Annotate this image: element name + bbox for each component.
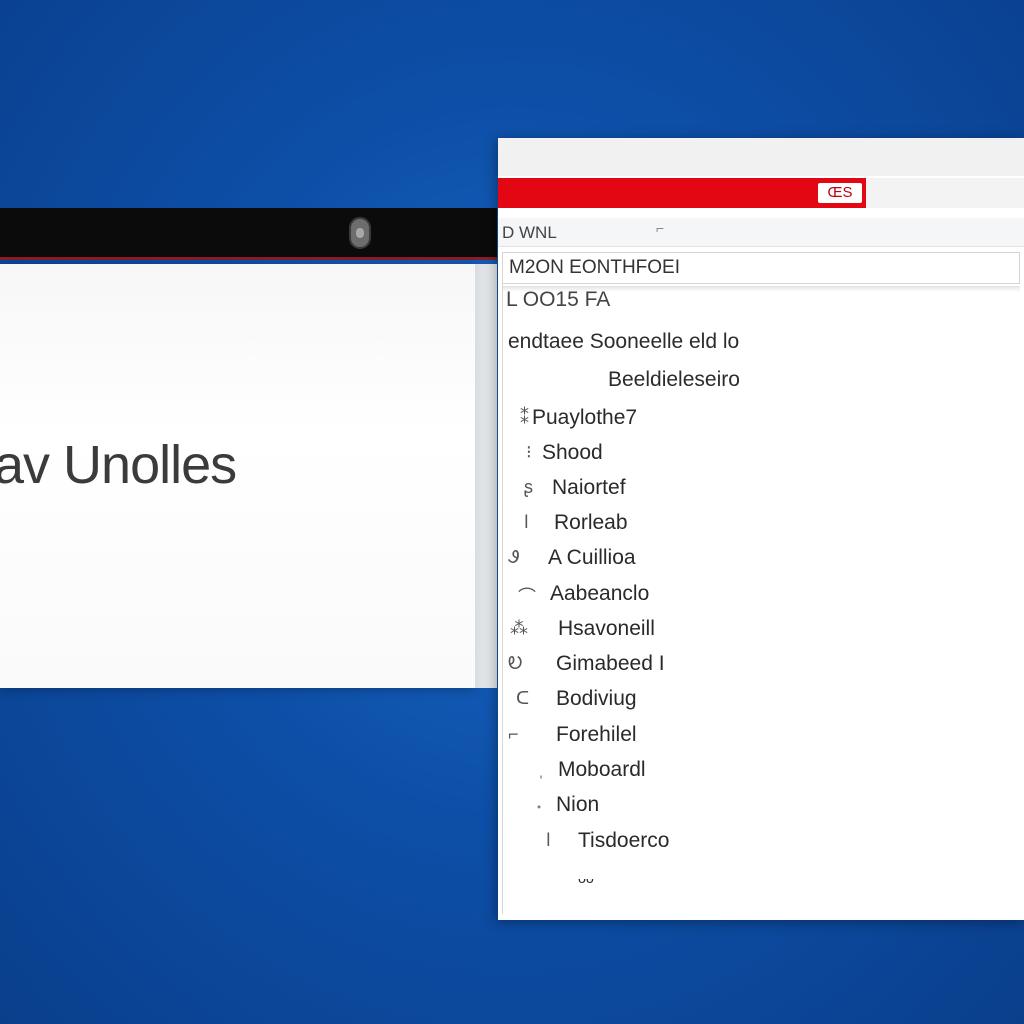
header-label: D WNL bbox=[502, 223, 557, 242]
header-row: D WNL ⌐ bbox=[498, 218, 1024, 247]
list-item-icon: ʂ bbox=[524, 477, 533, 497]
list-item-label: Forehilel bbox=[556, 723, 637, 746]
list-item[interactable]: ǀ Rorleab bbox=[498, 509, 1018, 539]
list-item-label: Aabeanclo bbox=[550, 582, 650, 605]
list-item-icon: ⁂ bbox=[510, 618, 528, 638]
left-window: av Unolles bbox=[0, 208, 497, 690]
list-item-icon: ⌐ bbox=[508, 724, 519, 744]
camera-icon bbox=[349, 217, 371, 249]
list-item[interactable]: Ꮽ A Cuillioa bbox=[498, 544, 1018, 574]
list-item-icon: ǀ bbox=[546, 830, 551, 850]
desktop: av Unolles ŒS D WNL ⌐ L OO15 FA endtaee … bbox=[0, 0, 1024, 1024]
list-item-label: Naiortef bbox=[552, 476, 626, 499]
left-window-title: av Unolles bbox=[0, 435, 237, 495]
description-text: endtaee Sooneelle eld lo bbox=[508, 330, 740, 353]
list-item-label: Moboardl bbox=[558, 758, 646, 781]
list-item-icon: ⁝ bbox=[526, 442, 532, 462]
list-item-label: Shood bbox=[542, 441, 603, 464]
right-window-topbar[interactable] bbox=[498, 138, 1024, 176]
header-mark-icon: ⌐ bbox=[656, 220, 665, 236]
list-item-label: Gimabeed I bbox=[556, 652, 665, 675]
list-item-icon: ǀ bbox=[524, 512, 529, 532]
list-item[interactable]: ʂ Naiortef bbox=[498, 474, 1018, 504]
list-item[interactable]: Ꭷ Gimabeed I bbox=[498, 650, 1018, 680]
list-item-icon: Ꭷ bbox=[508, 653, 523, 673]
list-item-icon: ⌒ bbox=[518, 587, 536, 607]
window-divider bbox=[475, 264, 497, 688]
list-item-icon: ˖ bbox=[536, 794, 542, 814]
banner-remainder bbox=[866, 178, 1024, 208]
red-banner: ŒS bbox=[498, 178, 866, 208]
list-item[interactable]: ǀ Tisdoerco bbox=[498, 827, 1018, 857]
list-item[interactable]: ⁂ Hsavoneill bbox=[498, 615, 1018, 645]
left-window-content: av Unolles bbox=[0, 264, 475, 688]
list-item-icon: Ꮽ bbox=[508, 547, 520, 567]
list-item-label: Bodiviug bbox=[556, 687, 637, 710]
list-item[interactable]: ᑕ Bodiviug bbox=[498, 685, 1018, 715]
right-window: ŒS D WNL ⌐ L OO15 FA endtaee Sooneelle e… bbox=[498, 138, 1024, 920]
list-item-label: Puaylothe7 bbox=[532, 406, 638, 429]
search-input[interactable] bbox=[502, 252, 1020, 284]
list-item-label: Hsavoneill bbox=[558, 617, 655, 640]
section-subheading: Beeldieleseiro bbox=[608, 368, 740, 391]
list-item[interactable]: ⌐ Forehilel bbox=[498, 721, 1018, 751]
list-item-label: Nion bbox=[556, 793, 600, 816]
list-item-icon: ⁑ bbox=[520, 407, 529, 427]
list-item[interactable]: ˌ Moboardl bbox=[498, 756, 1018, 786]
list-item-label: Rorleab bbox=[554, 511, 628, 534]
list-item[interactable]: ⌒ Aabeanclo bbox=[498, 580, 1018, 610]
left-window-titlebar[interactable] bbox=[0, 208, 497, 260]
list-item[interactable]: ⁑ Puaylothe7 bbox=[498, 404, 1018, 434]
list-item-icon: ᑕ bbox=[516, 688, 530, 708]
field-label: L OO15 FA bbox=[506, 288, 611, 311]
list-item-label: ᵕᵕ bbox=[578, 870, 594, 893]
banner-badge[interactable]: ŒS bbox=[818, 183, 862, 203]
list-item-icon: ˌ bbox=[538, 759, 544, 779]
list-item[interactable]: ˖ Nion bbox=[498, 791, 1018, 821]
list-item[interactable]: ᵕᵕ bbox=[498, 868, 1018, 898]
list-item[interactable]: ⁝ Shood bbox=[498, 439, 1018, 469]
list-item-label: Tisdoerco bbox=[578, 829, 670, 852]
list-item-label: A Cuillioa bbox=[548, 546, 636, 569]
